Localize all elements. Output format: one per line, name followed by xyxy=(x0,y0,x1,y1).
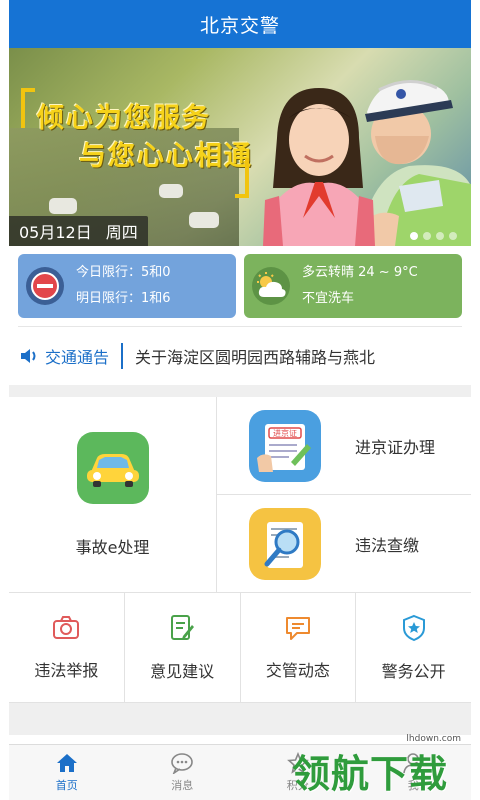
notice-title: 交通通告 xyxy=(45,348,110,367)
partly-cloudy-icon xyxy=(252,267,290,305)
weather-advice: 不宜洗车 xyxy=(302,291,355,306)
edit-note-icon xyxy=(171,614,195,640)
magnifier-document-icon xyxy=(249,507,321,580)
report-violation-button[interactable]: 违法举报 xyxy=(9,593,124,702)
tab-messages[interactable]: 消息 xyxy=(125,745,241,800)
page-title: 北京交警 xyxy=(199,14,280,37)
weather-card[interactable]: 多云转晴 24 ~ 9°C 不宜洗车 xyxy=(244,254,462,318)
message-icon xyxy=(285,616,310,640)
banner-date: 05月12日 xyxy=(19,223,92,242)
speaker-icon xyxy=(21,349,36,363)
violation-payment-button[interactable]: 违法查缴 xyxy=(217,494,471,592)
banner-slogan-line1: 倾心为您服务 xyxy=(37,103,211,134)
accident-label: 事故e处理 xyxy=(75,537,150,557)
slogan-bracket-left xyxy=(21,88,35,128)
banner-weekday: 周四 xyxy=(105,223,138,242)
section-gap xyxy=(9,385,471,397)
car-icon xyxy=(76,431,149,504)
beijing-permit-label: 进京证办理 xyxy=(355,437,436,457)
banner-slogan-line2: 与您心心相通 xyxy=(79,141,253,172)
title-bar: 北京交警 xyxy=(9,0,471,48)
violation-payment-label: 违法查缴 xyxy=(355,535,420,555)
quick-label: 意见建议 xyxy=(150,661,215,681)
limit-tomorrow: 明日限行：1和6 xyxy=(76,291,171,306)
girl-illustration xyxy=(263,88,375,246)
tab-label: 首页 xyxy=(55,779,78,792)
police-affairs-button[interactable]: 警务公开 xyxy=(355,593,471,702)
quick-label: 交管动态 xyxy=(265,660,330,680)
traffic-notice-bar[interactable]: 交通通告 关于海淀区圆明园西路辅路与燕北 xyxy=(9,327,471,385)
carousel-dot[interactable] xyxy=(436,232,444,240)
carousel-dot[interactable] xyxy=(423,232,431,240)
watermark-text: 领航下载 xyxy=(292,752,449,796)
limit-today: 今日限行：5和0 xyxy=(76,265,171,280)
quick-label: 警务公开 xyxy=(381,661,446,681)
carousel-indicator[interactable] xyxy=(410,232,457,240)
section-gap xyxy=(9,703,471,735)
camera-icon xyxy=(53,615,80,639)
notice-label: 交通通告 xyxy=(19,344,109,368)
notice-separator xyxy=(121,343,124,369)
banner-car xyxy=(159,184,183,198)
carousel-dot[interactable] xyxy=(449,232,457,240)
tab-label: 消息 xyxy=(171,779,194,792)
site-watermark: lhdown.com 领航下载 xyxy=(292,734,467,798)
slogan-bracket-right xyxy=(235,158,249,198)
banner-date-bar: 05月12日 周四 xyxy=(9,216,148,246)
home-icon xyxy=(56,754,77,772)
weather-condition: 多云转晴 24 ~ 9°C xyxy=(302,265,418,280)
quick-actions: 违法举报 意见建议 交管动态 警务公开 xyxy=(9,593,471,703)
permit-document-icon: 进京证 xyxy=(249,409,321,482)
tab-home[interactable]: 首页 xyxy=(9,745,125,800)
promo-banner[interactable]: 倾心为您服务 与您心心相通 05月12日 周四 xyxy=(9,48,471,246)
suggestion-button[interactable]: 意见建议 xyxy=(123,593,240,702)
carousel-dot[interactable] xyxy=(410,232,418,240)
permit-badge-text: 进京证 xyxy=(273,428,297,438)
app-screen: 北京交警 倾心为您服务 与您心心相通 05月12日 周四 今日限行：5和0 明日… xyxy=(9,0,471,800)
no-entry-icon xyxy=(26,267,64,305)
chat-icon xyxy=(171,753,194,774)
traffic-limit-card[interactable]: 今日限行：5和0 明日限行：1和6 xyxy=(18,254,236,318)
banner-car xyxy=(49,198,77,214)
quick-label: 违法举报 xyxy=(34,660,99,680)
notice-text[interactable]: 关于海淀区圆明园西路辅路与燕北 xyxy=(135,344,375,368)
beijing-permit-button[interactable]: 进京证 进京证办理 xyxy=(217,397,471,494)
info-cards: 今日限行：5和0 明日限行：1和6 多云转晴 24 ~ 9°C 不宜洗车 xyxy=(9,246,471,326)
main-services: 事故e处理 进京证 进京证办理 违法查缴 xyxy=(9,397,471,593)
banner-car xyxy=(189,212,219,228)
accident-service-button[interactable]: 事故e处理 xyxy=(9,397,217,592)
police-badge-icon xyxy=(402,614,425,641)
traffic-news-button[interactable]: 交管动态 xyxy=(239,593,356,702)
